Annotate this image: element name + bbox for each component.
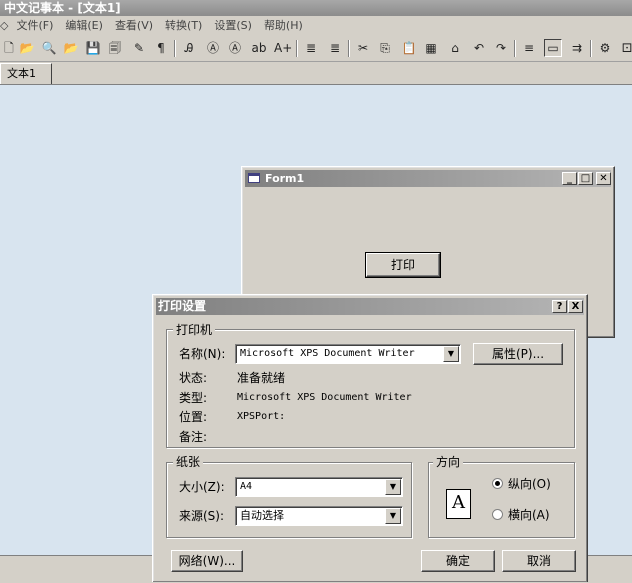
find-text-icon[interactable]: Ꭿ [180,39,198,57]
page-orientation-icon: A [446,489,471,519]
ok-button[interactable]: 确定 [421,550,495,572]
paper-group-label: 纸张 [173,455,204,469]
paragraph-mark-icon[interactable]: ¶ [152,39,170,57]
where-label: 位置: [179,410,208,424]
menu-edit[interactable]: 编辑(E) [59,16,109,35]
app-title: 中文记事本 - [文本1] [4,1,121,15]
chevron-down-icon[interactable]: ▼ [443,346,459,362]
status-label: 状态: [179,371,208,385]
extra-icon[interactable]: ⚀ [618,39,632,57]
menu-bar: ◇ 文件(F) 编辑(E) 查看(V) 转换(T) 设置(S) 帮助(H) [0,16,632,35]
align-left-icon[interactable]: ≡ [520,39,538,57]
printer-name-value: Microsoft XPS Document Writer [240,348,415,359]
toolbar: 🗋 📂 🔍 📂 💾 🗐 ✎ ¶ Ꭿ Ⓐ Ⓐ ab A+ ≣ ≣ ✂ ⎘ 📋 ▦ … [0,36,632,62]
toolbar-separator [514,40,516,57]
landscape-radio[interactable] [492,509,503,520]
status-value: 准备就绪 [237,371,286,385]
orientation-glyph: A [452,492,465,513]
toolbar-separator [348,40,350,57]
form1-title: Form1 [265,172,305,185]
close-icon[interactable]: ✕ [596,172,611,185]
menu-file[interactable]: 文件(F) [10,16,59,35]
cut-icon[interactable]: ✂ [354,39,372,57]
find-next-icon[interactable]: Ⓐ [226,39,244,57]
new-doc-icon[interactable]: 🗋 [0,39,18,57]
toolbar-separator [296,40,298,57]
print-button[interactable]: 打印 [365,252,441,278]
convert-icon[interactable]: A+ [274,39,292,57]
minimize-icon[interactable]: _ [562,172,577,185]
source-label: 来源(S): [179,509,225,523]
save-icon[interactable]: 💾 [84,39,102,57]
menu-icon: ◇ [0,19,9,32]
paste-icon[interactable]: 📋 [400,39,418,57]
landscape-label[interactable]: 横向(A) [508,507,550,523]
type-value: Microsoft XPS Document Writer [237,392,412,403]
size-label: 大小(Z): [179,480,225,494]
form-icon [248,173,260,183]
undo-icon[interactable]: ↶ [470,39,488,57]
redo-icon[interactable]: ↷ [492,39,510,57]
dialog-title: 打印设置 [158,299,207,313]
paper-size-value: A4 [240,481,253,492]
printer-name-select[interactable]: Microsoft XPS Document Writer ▼ [235,344,461,364]
form1-title-bar: Form1 _ □ ✕ [245,170,611,187]
settings-icon[interactable]: ⚙ [596,39,614,57]
help-icon[interactable]: ? [552,300,567,313]
app-title-bar: 中文记事本 - [文本1] [0,0,632,16]
tab-document-1[interactable]: 文本1 [0,63,52,84]
paper-size-select[interactable]: A4 ▼ [235,477,403,497]
paper-source-select[interactable]: 自动选择 ▼ [235,506,403,526]
comment-label: 备注: [179,430,208,444]
paper-source-value: 自动选择 [240,509,284,522]
outdent-icon[interactable]: ≣ [326,39,344,57]
portrait-radio[interactable] [492,478,503,489]
where-value: XPSPort: [237,411,286,422]
chevron-down-icon[interactable]: ▼ [385,508,401,524]
print-setup-dialog: 打印设置 ? X 打印机 名称(N): Microsoft XPS Docume… [152,294,588,582]
close-icon[interactable]: X [568,300,583,313]
menu-view[interactable]: 查看(V) [109,16,159,35]
name-label: 名称(N): [179,347,226,361]
char-icon[interactable]: ab [250,39,268,57]
window-icon[interactable]: ▭ [544,39,562,57]
replace-icon[interactable]: Ⓐ [204,39,222,57]
open-icon[interactable]: 📂 [62,39,80,57]
open-folder-icon[interactable]: 📂 [18,39,36,57]
paper-group [166,462,412,538]
copy-icon[interactable]: ⎘ [376,39,394,57]
cancel-button[interactable]: 取消 [502,550,576,572]
properties-button[interactable]: 属性(P)... [473,343,563,365]
menu-convert[interactable]: 转换(T) [159,16,208,35]
portrait-label[interactable]: 纵向(O) [508,476,551,492]
clear-icon[interactable]: ▦ [422,39,440,57]
toolbar-separator [590,40,592,57]
printer-group-label: 打印机 [173,323,216,337]
edit-icon[interactable]: ✎ [130,39,148,57]
print-icon[interactable]: ⌂ [446,39,464,57]
dialog-title-bar: 打印设置 ? X [156,298,584,315]
type-label: 类型: [179,391,208,405]
menu-help[interactable]: 帮助(H) [258,16,309,35]
wrap-icon[interactable]: ⇉ [568,39,586,57]
orientation-group-label: 方向 [433,455,464,469]
maximize-icon[interactable]: □ [578,172,593,185]
chevron-down-icon[interactable]: ▼ [385,479,401,495]
tab-strip [0,62,632,85]
indent-icon[interactable]: ≣ [302,39,320,57]
network-button[interactable]: 网络(W)... [171,550,243,572]
save-all-icon[interactable]: 🗐 [106,39,124,57]
find-icon[interactable]: 🔍 [40,39,58,57]
menu-settings[interactable]: 设置(S) [208,16,258,35]
toolbar-separator [174,40,176,57]
